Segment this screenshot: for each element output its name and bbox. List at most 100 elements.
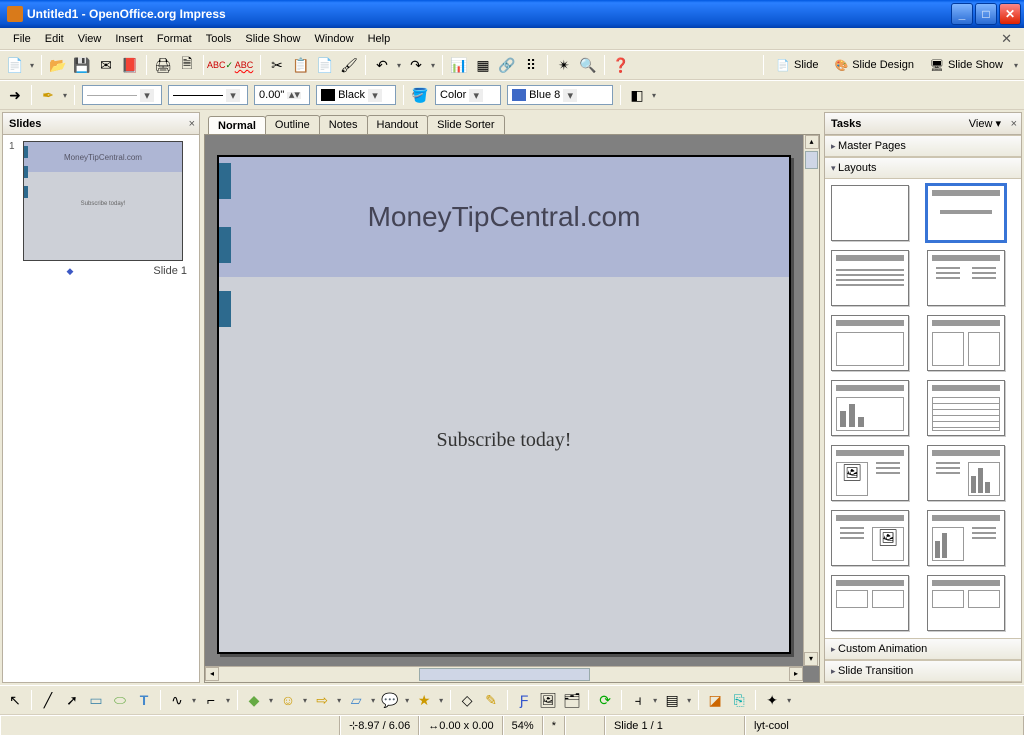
layout-title-clip-text[interactable]: 🖼 [831,445,909,501]
fill-type-combo[interactable]: Color▾ [435,85,501,105]
copy-icon[interactable]: 📋 [290,54,312,76]
save-icon[interactable]: 💾 [71,54,93,76]
block-arrows-icon[interactable]: ⇨ [311,689,333,711]
block-arrows-dropdown[interactable]: ▾ [335,696,343,705]
layout-title-content[interactable] [927,185,1005,241]
flowchart-dropdown[interactable]: ▾ [369,696,377,705]
arrange-icon[interactable]: ▤ [661,689,683,711]
grid-icon[interactable]: ⠿ [520,54,542,76]
alignment-dropdown[interactable]: ▾ [651,696,659,705]
layout-title-text-clip[interactable]: 🖼 [831,510,909,566]
undo-icon[interactable]: ↶ [371,54,393,76]
slide-thumb-1[interactable]: 1 MoneyTipCentral.com Subscribe today! [9,141,193,261]
line-tool-icon[interactable]: ╱ [37,689,59,711]
new-doc-icon[interactable]: 📄 [4,54,26,76]
spellcheck-icon[interactable]: ABC✓ [209,54,231,76]
pen-dropdown[interactable]: ▾ [61,91,69,100]
auto-spellcheck-icon[interactable]: ABC [233,54,255,76]
menu-insert[interactable]: Insert [108,31,150,47]
print-preview-icon[interactable]: 🗎 [176,54,198,76]
tab-normal[interactable]: Normal [208,116,266,135]
line-style-combo[interactable]: ▾ [168,85,248,105]
menu-help[interactable]: Help [361,31,398,47]
arrange-dropdown[interactable]: ▾ [685,696,693,705]
navigator-icon[interactable]: ✴ [553,54,575,76]
interaction-icon[interactable]: ⎘ [728,689,750,711]
format-paintbrush-icon[interactable]: 🖌 [338,54,360,76]
curve-dropdown[interactable]: ▾ [190,696,198,705]
rotate-icon[interactable]: ⟳ [594,689,616,711]
line-toolbar-overflow[interactable]: ▾ [650,91,658,100]
connector-dropdown[interactable]: ▾ [224,696,232,705]
pen-icon[interactable]: ✒ [37,84,59,106]
curve-tool-icon[interactable]: ∿ [166,689,188,711]
from-file-icon[interactable]: 🖼 [537,689,559,711]
zoom-icon[interactable]: 🔍 [577,54,599,76]
chart-icon[interactable]: 📊 [448,54,470,76]
menu-edit[interactable]: Edit [38,31,71,47]
section-master-pages[interactable]: Master Pages [825,135,1021,157]
rectangle-tool-icon[interactable]: ▭ [85,689,107,711]
symbol-shapes-icon[interactable]: ☺ [277,689,299,711]
help-icon[interactable]: ❓ [610,54,632,76]
shadow-icon[interactable]: ◧ [626,84,648,106]
ellipse-tool-icon[interactable]: ⬭ [109,689,131,711]
arrow-tool-icon[interactable]: ➚ [61,689,83,711]
menu-slideshow[interactable]: Slide Show [238,31,307,47]
paste-icon[interactable]: 📄 [314,54,336,76]
slide-button[interactable]: 📄 Slide [769,54,825,76]
tab-slide-sorter[interactable]: Slide Sorter [427,115,504,134]
slide-design-button[interactable]: 🎨 Slide Design [828,54,921,76]
extrusion-icon[interactable]: ◪ [704,689,726,711]
slide-show-button[interactable]: 🖥 Slide Show [923,54,1010,76]
text-tool-icon[interactable]: T [133,689,155,711]
status-zoom[interactable]: 54% [503,716,543,735]
maximize-button[interactable]: □ [975,3,997,25]
toolbar-overflow[interactable]: ▾ [1012,61,1020,70]
slide-canvas-wrap[interactable]: MoneyTipCentral.com Subscribe today! ▴▾ … [204,134,820,683]
menu-format[interactable]: Format [150,31,199,47]
new-dropdown[interactable]: ▾ [28,61,36,70]
undo-dropdown[interactable]: ▾ [395,61,403,70]
basic-shapes-dropdown[interactable]: ▾ [267,696,275,705]
glue-points-icon[interactable]: ✎ [480,689,502,711]
line-width-combo[interactable]: 0.00"▴▾ [254,85,310,105]
horizontal-scrollbar[interactable]: ◂▸ [205,666,803,682]
section-layouts[interactable]: Layouts [825,157,1021,179]
minimize-button[interactable]: _ [951,3,973,25]
layout-blank[interactable] [831,185,909,241]
flowchart-icon[interactable]: ▱ [345,689,367,711]
layout-title-only[interactable] [831,315,909,371]
close-button[interactable]: ✕ [999,3,1021,25]
tab-notes[interactable]: Notes [319,115,368,134]
arrow-style-combo[interactable]: ▾ [82,85,162,105]
pointer-icon[interactable]: ➜ [4,84,26,106]
layout-title-bullets[interactable] [831,250,909,306]
close-document-icon[interactable]: ✕ [995,31,1018,47]
callouts-dropdown[interactable]: ▾ [403,696,411,705]
layout-title-two-box[interactable] [927,315,1005,371]
tasks-panel-close-icon[interactable]: × [1011,118,1017,130]
line-color-combo[interactable]: Black▾ [316,85,396,105]
layout-title-table[interactable] [927,380,1005,436]
open-icon[interactable]: 📂 [47,54,69,76]
layout-four-1[interactable] [831,575,909,631]
drawing-toolbar-overflow[interactable]: ▾ [785,696,793,705]
menu-view[interactable]: View [71,31,109,47]
cut-icon[interactable]: ✂ [266,54,288,76]
layout-four-2[interactable] [927,575,1005,631]
fill-color-combo[interactable]: Blue 8▾ [507,85,613,105]
layout-title-two-content[interactable] [927,250,1005,306]
layout-title-chart-text[interactable] [927,510,1005,566]
tab-outline[interactable]: Outline [265,115,320,134]
symbol-shapes-dropdown[interactable]: ▾ [301,696,309,705]
mail-icon[interactable]: ✉ [95,54,117,76]
slide-body-placeholder[interactable]: Subscribe today! [219,429,789,452]
layout-title-chart[interactable] [831,380,909,436]
slide-canvas[interactable]: MoneyTipCentral.com Subscribe today! [217,155,791,654]
print-direct-icon[interactable]: 🖨 [152,54,174,76]
tab-handout[interactable]: Handout [367,115,429,134]
menu-tools[interactable]: Tools [199,31,239,47]
animation-icon[interactable]: ✦ [761,689,783,711]
gallery-icon[interactable]: 🗂 [561,689,583,711]
